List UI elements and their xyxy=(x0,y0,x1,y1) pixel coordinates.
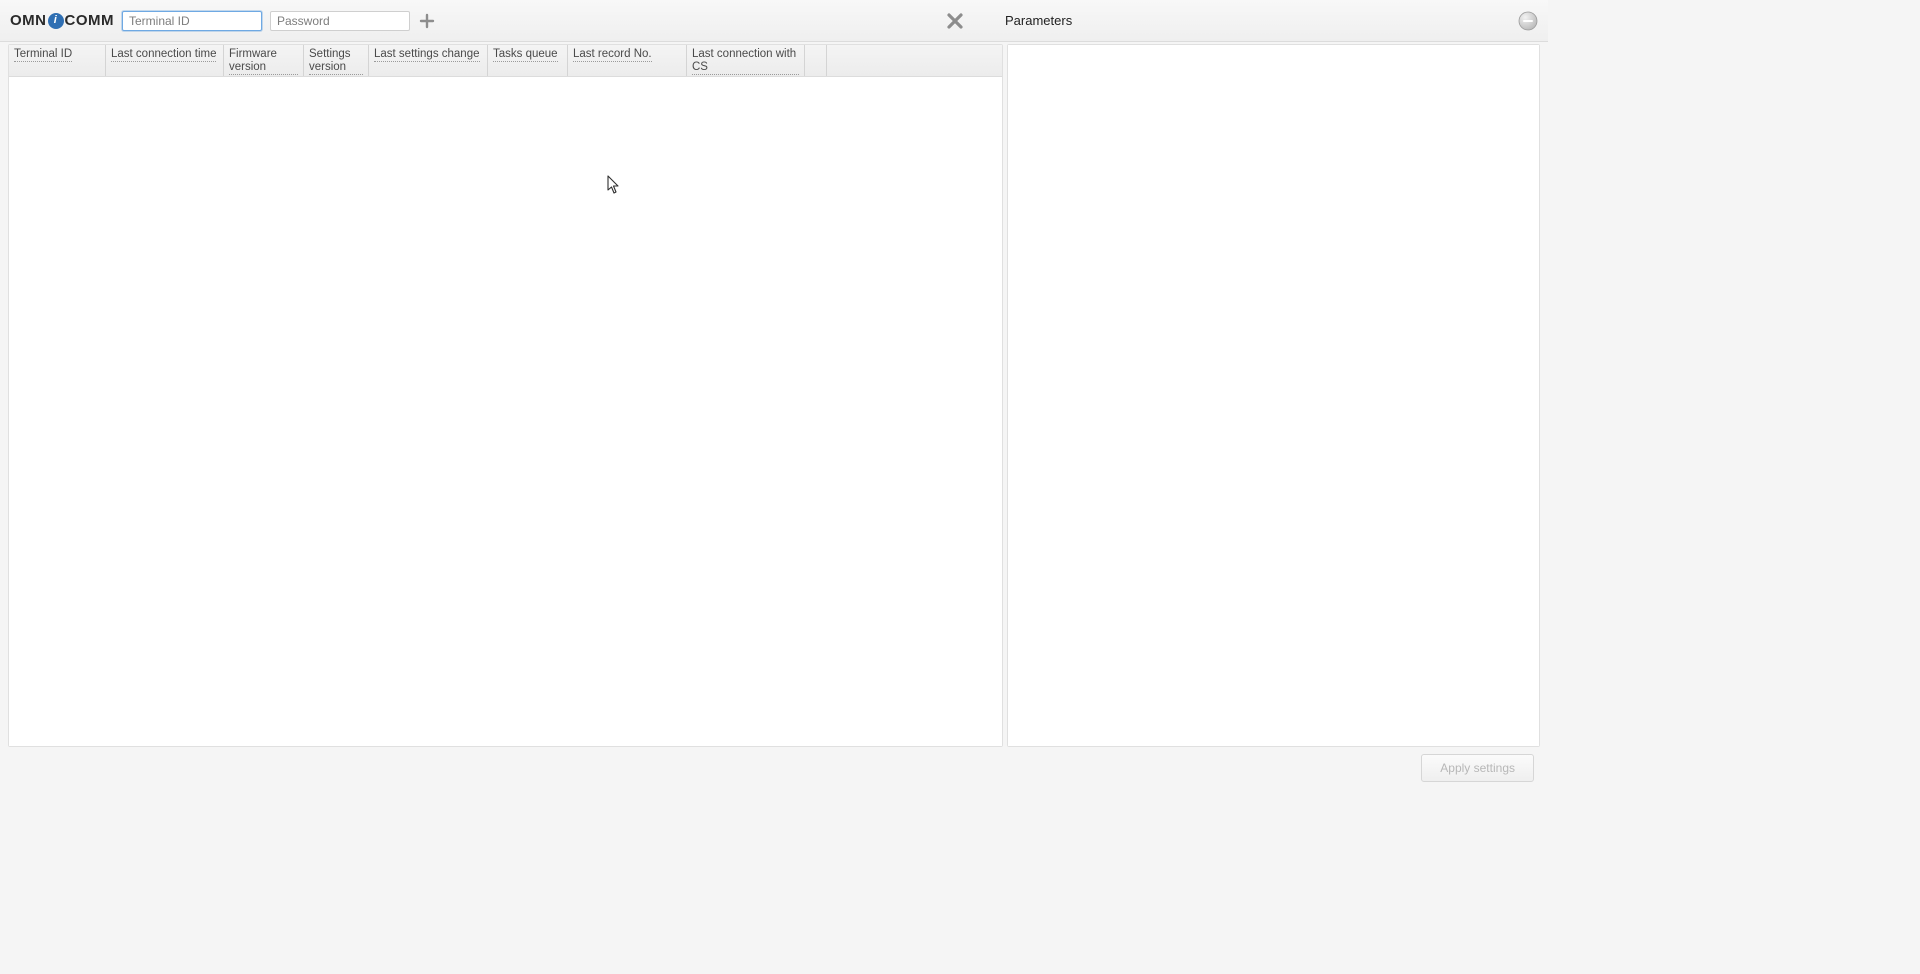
column-header-label: Tasks queue xyxy=(493,48,558,62)
footer-bar: Apply settings xyxy=(0,749,1548,785)
parameters-panel xyxy=(1007,44,1540,747)
brand-text-2: COMM xyxy=(65,12,115,29)
brand-logo: OMN i COMM xyxy=(10,12,114,29)
brand-info-icon: i xyxy=(48,13,64,29)
column-header-label: Settings version xyxy=(309,48,363,75)
main-area: Terminal ID Last connection time Firmware … xyxy=(0,42,1548,749)
column-header-4[interactable]: Last settings change xyxy=(369,45,488,76)
table-header-row: Terminal ID Last connection time Firmware … xyxy=(9,45,1002,77)
parameters-title: Parameters xyxy=(1005,13,1510,28)
column-header-label: Terminal ID xyxy=(14,48,72,62)
close-button[interactable] xyxy=(943,9,967,33)
column-header-label: Last connection with CS xyxy=(692,48,799,75)
column-header-label: Last connection time xyxy=(111,48,216,62)
column-header-3[interactable]: Settings version xyxy=(304,45,369,76)
top-toolbar: OMN i COMM Parameters xyxy=(0,0,1548,42)
column-header-7[interactable]: Last connection with CS xyxy=(687,45,805,76)
column-header-8 xyxy=(805,45,827,76)
column-header-0[interactable]: Terminal ID xyxy=(9,45,106,76)
column-header-9 xyxy=(827,45,992,76)
plus-icon xyxy=(419,13,435,29)
column-header-label: Last settings change xyxy=(374,48,480,62)
brand-text-1: OMN xyxy=(10,12,47,29)
close-icon xyxy=(946,12,964,30)
column-header-1[interactable]: Last connection time xyxy=(106,45,224,76)
terminals-table: Terminal ID Last connection time Firmware … xyxy=(8,44,1003,747)
terminal-id-input[interactable] xyxy=(122,11,262,31)
collapse-button[interactable] xyxy=(1518,11,1538,31)
apply-settings-button[interactable]: Apply settings xyxy=(1421,754,1534,782)
parameters-body xyxy=(1008,45,1539,746)
password-input[interactable] xyxy=(270,11,410,31)
column-header-5[interactable]: Tasks queue xyxy=(488,45,568,76)
minus-circle-icon xyxy=(1518,11,1538,31)
add-terminal-button[interactable] xyxy=(418,12,436,30)
column-header-2[interactable]: Firmware version xyxy=(224,45,304,76)
table-body xyxy=(9,77,1002,746)
column-header-label: Firmware version xyxy=(229,48,298,75)
column-header-6[interactable]: Last record No. xyxy=(568,45,687,76)
column-header-label: Last record No. xyxy=(573,48,652,62)
